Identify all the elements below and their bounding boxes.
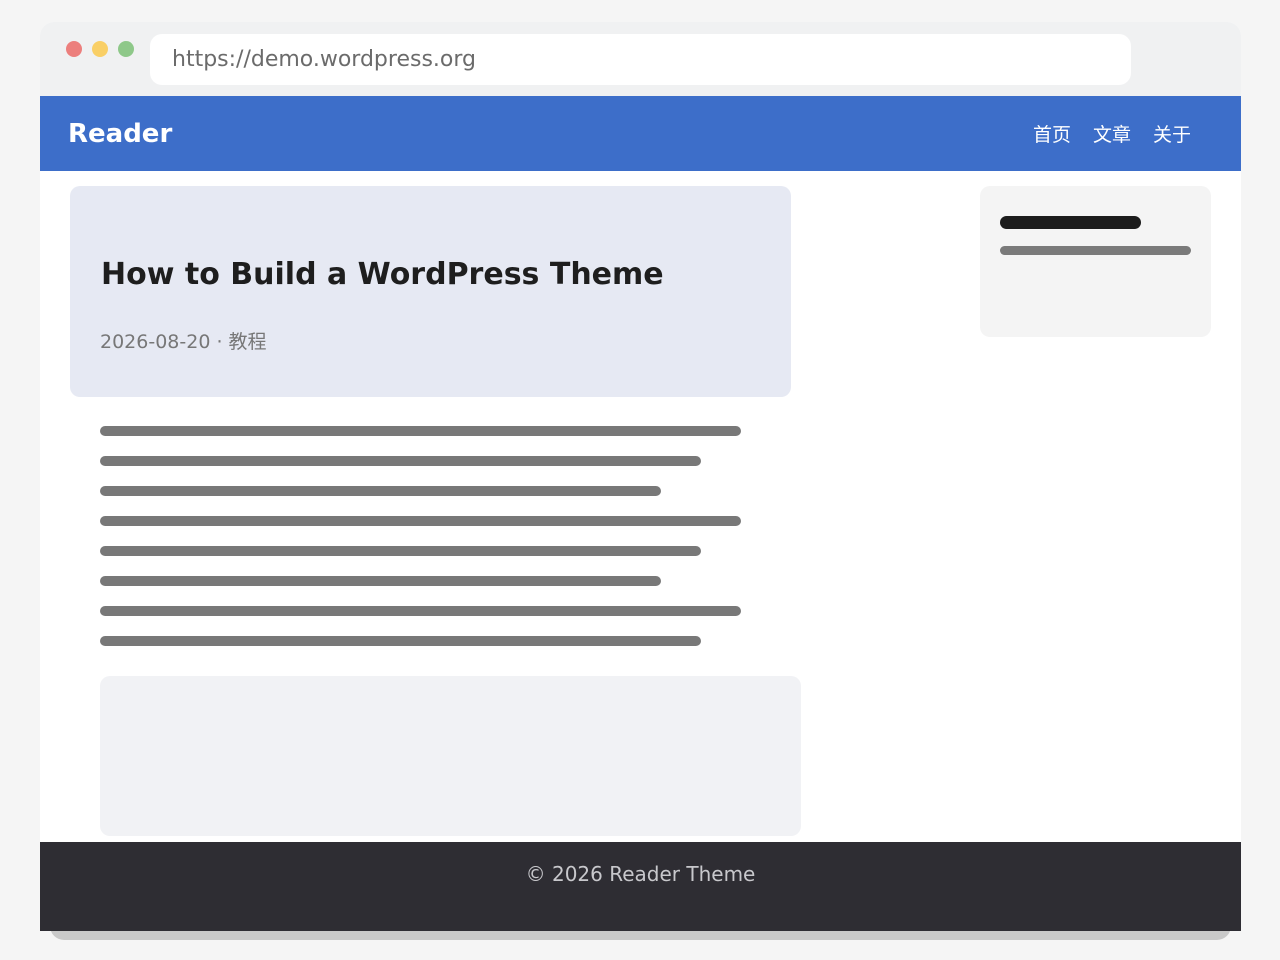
post-title: How to Build a WordPress Theme bbox=[101, 257, 664, 292]
nav-item-home[interactable]: 首页 bbox=[1033, 120, 1071, 147]
post-meta: 2026-08-20 · 教程 bbox=[100, 331, 267, 353]
content-placeholder-line bbox=[100, 576, 661, 586]
site-header: Reader 首页 文章 关于 bbox=[40, 96, 1241, 171]
widget-title-placeholder bbox=[1000, 216, 1141, 229]
close-window-dot[interactable] bbox=[66, 41, 82, 57]
content-placeholder-line bbox=[100, 606, 741, 616]
content-placeholder-line bbox=[100, 486, 661, 496]
content-placeholder-line bbox=[100, 516, 741, 526]
address-bar[interactable]: https://demo.wordpress.org bbox=[150, 34, 1131, 85]
main-nav: 首页 文章 关于 bbox=[1033, 96, 1191, 171]
content-placeholder-line bbox=[100, 456, 701, 466]
content-placeholder-line bbox=[100, 426, 741, 436]
sidebar-widget bbox=[980, 186, 1211, 337]
post-hero: How to Build a WordPress Theme 2026-08-2… bbox=[70, 186, 791, 397]
site-footer: © 2026 Reader Theme bbox=[40, 842, 1241, 931]
content-placeholder-line bbox=[100, 546, 701, 556]
content-placeholder-line bbox=[100, 636, 701, 646]
site-logo[interactable]: Reader bbox=[68, 96, 172, 171]
browser-chrome: https://demo.wordpress.org bbox=[40, 22, 1241, 96]
url-text: https://demo.wordpress.org bbox=[172, 47, 476, 72]
footer-text: © 2026 Reader Theme bbox=[525, 862, 756, 886]
browser-window: https://demo.wordpress.org Reader 首页 文章 … bbox=[40, 22, 1241, 931]
nav-item-articles[interactable]: 文章 bbox=[1093, 120, 1131, 147]
widget-text-placeholder bbox=[1000, 246, 1191, 255]
media-placeholder bbox=[100, 676, 801, 836]
maximize-window-dot[interactable] bbox=[118, 41, 134, 57]
minimize-window-dot[interactable] bbox=[92, 41, 108, 57]
nav-item-about[interactable]: 关于 bbox=[1153, 120, 1191, 147]
